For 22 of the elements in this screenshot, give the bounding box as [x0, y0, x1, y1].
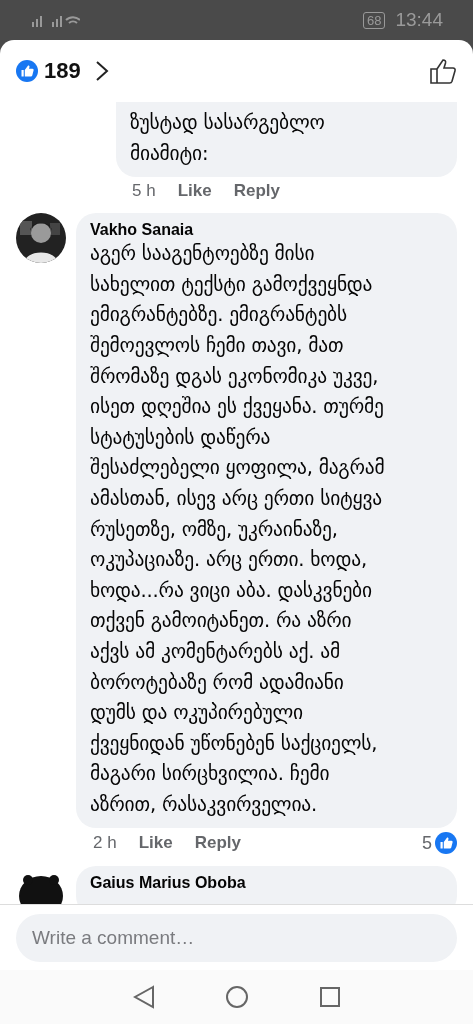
- reply-link[interactable]: Reply: [194, 833, 241, 854]
- thumbs-up-icon[interactable]: [429, 57, 457, 85]
- reaction-count[interactable]: 189: [44, 58, 81, 84]
- like-link[interactable]: Like: [138, 833, 173, 854]
- comment-field[interactable]: Write a comment…: [16, 913, 457, 962]
- author-name[interactable]: Gaius Marius Oboba: [90, 874, 443, 893]
- author-name[interactable]: Vakho Sanaia: [90, 221, 443, 240]
- home-icon[interactable]: [224, 985, 249, 1009]
- battery-indicator: 68: [363, 11, 386, 29]
- recents-icon[interactable]: [318, 986, 341, 1008]
- comment-text: აგერ სააგენტოებზე მისი სახელით ტექსტი გამოქვეყნდა ემიგრანტებზე. ემიგრანტებს შემოევლოს ჩემი თავი, მათ შრომაზე დგას ეკონომიკა უკვე, ისეთ დღეშია ეს ქვეყანა. თურმე სტატუსების დაწერა შესაძლებელი ყოფილა, მაგრამ ამასთან, ისევ არც ერთი სიტყვა რუსეთზე, ომზე, უკრაინაზე, ოკუპაციაზე. არც ერთი. ხოდა, ხოდა...რა ვიცი აბა. დასკვნები თქვენ გამოიტანეთ. რა აზრი აქვს ამ კომენტარებს აქ. ამ ბოროტებაზე რომ ადამიანი დუმს და ოკუპირებული ქვეყნიდან უწონებენ საქციელს, მაგარი სირცხვილია. ჩემი აზრით, რასაკვირველია.: [90, 241, 386, 818]
- comment-time: 5 h: [132, 181, 156, 202]
- reaction-count: 5: [422, 832, 432, 854]
- like-reaction-icon: [435, 832, 457, 855]
- comment-time: 2 h: [93, 833, 117, 854]
- clock: 13:44: [395, 9, 443, 31]
- like-link[interactable]: Like: [177, 181, 212, 202]
- reply-link[interactable]: Reply: [233, 181, 280, 202]
- back-icon[interactable]: [132, 985, 155, 1009]
- like-reaction-icon: [16, 60, 38, 82]
- comment-text: ზუსტად სასარგებლო მიამიტი:: [130, 110, 326, 167]
- chevron-right-icon[interactable]: [94, 60, 109, 82]
